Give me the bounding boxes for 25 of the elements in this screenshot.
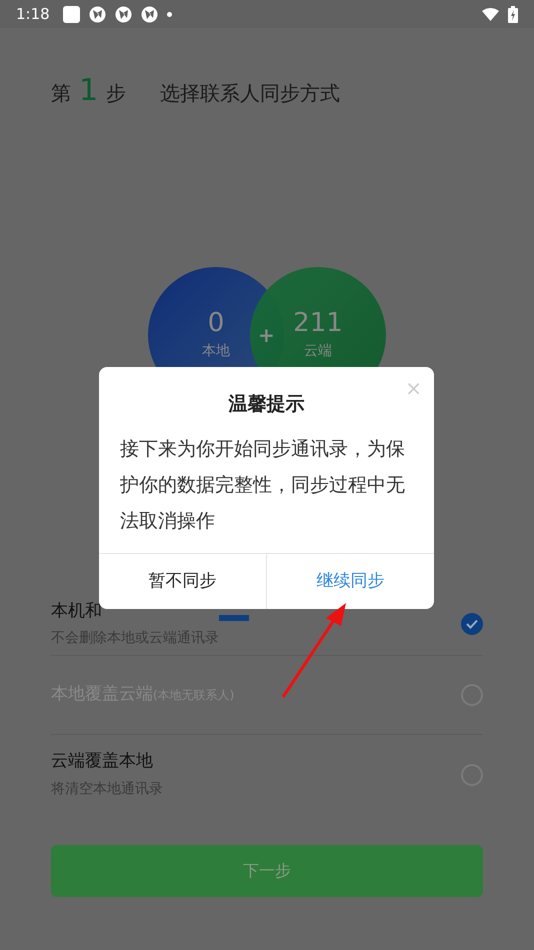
- step-label: 第: [51, 83, 71, 106]
- next-button[interactable]: 下一步: [51, 845, 483, 897]
- dialog-message: 接下来为你开始同步通讯录，为保护你的数据完整性，同步过程中无法取消操作: [119, 436, 406, 534]
- contact-label: 本地: [202, 342, 230, 361]
- step-number: 1: [79, 76, 98, 106]
- dialog-title: 温馨提示: [227, 392, 306, 417]
- check-icon: [466, 619, 478, 629]
- battery-icon: [508, 6, 518, 22]
- aperture-icon: [140, 6, 158, 22]
- aperture-icon: [88, 6, 106, 22]
- option-title: 云端覆盖本地: [51, 750, 153, 774]
- wifi-icon: [482, 8, 499, 20]
- radio-button[interactable]: [461, 613, 483, 635]
- aperture-icon: [114, 6, 132, 22]
- page-title: 选择联系人同步方式: [160, 83, 340, 106]
- dot-icon: [166, 12, 172, 16]
- status-time: 1:18: [16, 4, 50, 25]
- option-title: 本机和: [51, 600, 102, 623]
- contact-count: 0: [208, 307, 224, 339]
- contact-count: 211: [293, 307, 343, 339]
- contact-label: 云端: [304, 342, 332, 361]
- square-icon: [62, 6, 80, 22]
- badge-fragment: [219, 614, 249, 620]
- plus-sign: +: [258, 323, 275, 347]
- step-label: 步: [106, 83, 126, 106]
